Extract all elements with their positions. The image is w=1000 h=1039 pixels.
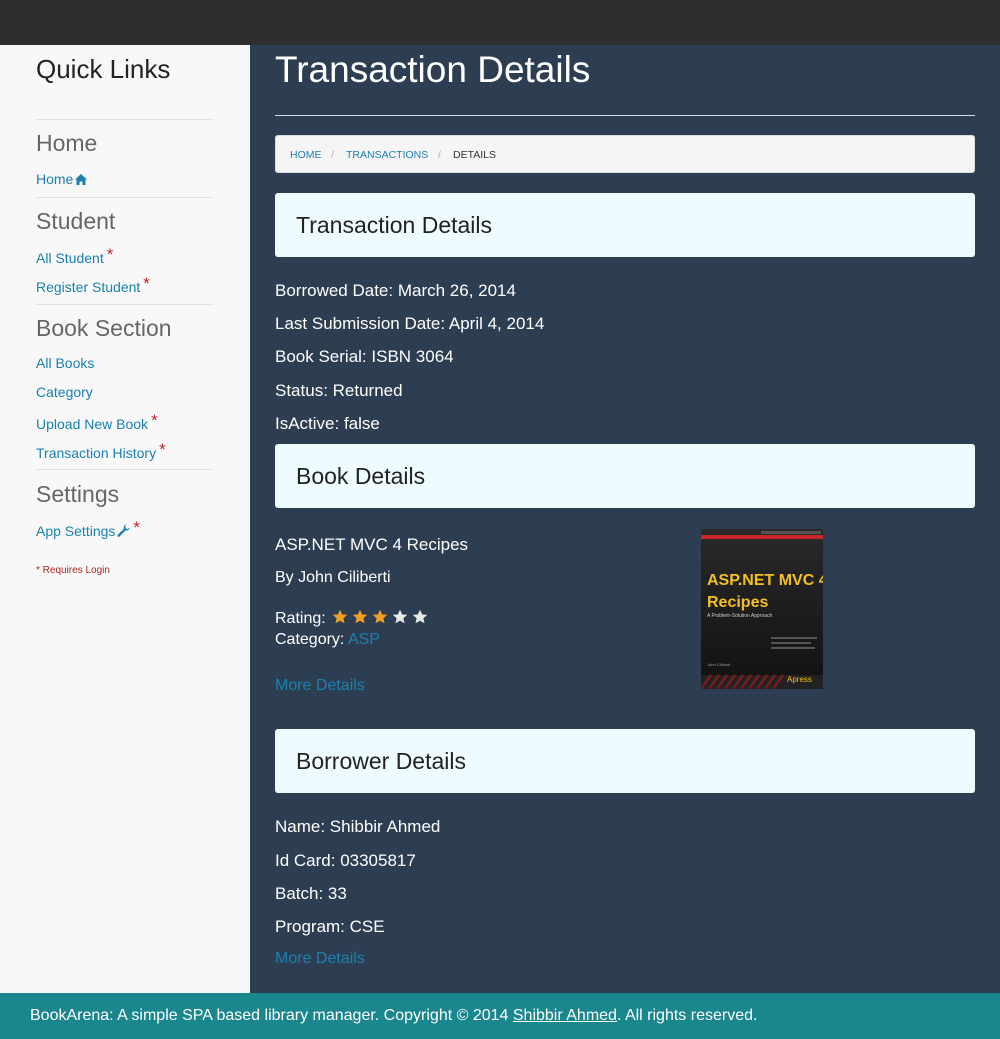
footer-text: BookArena: A simple SPA based library ma… [30,1007,758,1024]
star-filled-icon [352,609,368,624]
book-category: Category: ASP [275,631,380,648]
star-filled-icon [372,609,388,624]
star-empty-icon [392,609,408,624]
section-heading-settings: Settings [36,481,120,507]
sidebar-link-all-books[interactable]: All Books [36,355,94,371]
breadcrumb-current: DETAILS [453,149,496,161]
transaction-status: Status: Returned [275,381,403,400]
title-divider [275,115,975,116]
sidebar-link-all-student[interactable]: All Student * [36,245,114,268]
sidebar-link-upload-new-book[interactable]: Upload New Book * [36,411,158,434]
cover-publisher: Apress [787,675,812,684]
cover-title-line2: Recipes [707,594,768,611]
main-content: Transaction Details HOME / TRANSACTIONS … [250,45,1000,993]
top-navbar [0,0,1000,45]
borrower-more-details-link[interactable]: More Details [275,950,365,968]
is-active: IsActive: false [275,414,380,433]
borrowed-date: Borrowed Date: March 26, 2014 [275,281,516,300]
footer-author-link[interactable]: Shibbir Ahmed [513,1007,617,1024]
required-asterisk: * [143,274,150,293]
required-asterisk: * [159,440,166,459]
divider [36,469,214,470]
book-cover-image[interactable]: ASP.NET MVC 4 Recipes A Problem-Solution… [701,529,823,689]
divider [36,304,214,305]
required-asterisk: * [133,518,141,537]
section-heading-book-section: Book Section [36,315,172,341]
borrower-batch: Batch: 33 [275,884,347,903]
borrower-details-panel-heading: Borrower Details [275,729,975,793]
borrower-id-card: Id Card: 03305817 [275,851,416,870]
book-rating: Rating: [275,609,432,629]
quick-links-title: Quick Links [36,54,171,84]
book-author: By John Ciliberti [275,569,391,586]
required-asterisk: * [106,245,114,264]
wrench-icon [117,524,130,540]
star-empty-icon [412,609,428,624]
rating-stars [332,609,432,629]
book-serial: Book Serial: ISBN 3064 [275,347,454,366]
sidebar-link-register-student[interactable]: Register Student * [36,274,150,297]
page-title: Transaction Details [275,49,591,90]
cover-subtitle: A Problem-Solution Approach [707,613,773,619]
sidebar-link-app-settings[interactable]: App Settings * [36,518,141,541]
sidebar-link-category[interactable]: Category [36,384,93,400]
transaction-details-panel-heading: Transaction Details [275,193,975,257]
divider [36,197,214,198]
breadcrumb: HOME / TRANSACTIONS / DETAILS [275,135,975,173]
book-title: ASP.NET MVC 4 Recipes [275,535,469,554]
book-more-details-link[interactable]: More Details [275,677,365,695]
book-details-panel-heading: Book Details [275,444,975,508]
footer: BookArena: A simple SPA based library ma… [0,993,1000,1039]
cover-title-line1: ASP.NET MVC 4 [707,572,823,589]
borrower-program: Program: CSE [275,917,385,936]
section-heading-student: Student [36,208,116,234]
breadcrumb-separator: / [331,149,334,161]
sidebar-link-home[interactable]: Home [36,171,88,188]
sidebar-link-transaction-history[interactable]: Transaction History * [36,440,166,463]
requires-login-note: * Requires Login [36,565,110,576]
cover-author: John Ciliberti [707,662,730,667]
category-link[interactable]: ASP [348,631,380,648]
borrower-name: Name: Shibbir Ahmed [275,817,441,836]
sidebar: Quick Links Home Home Student All Studen… [0,45,250,993]
breadcrumb-home[interactable]: HOME [290,149,322,161]
star-filled-icon [332,609,348,624]
divider [36,119,214,120]
breadcrumb-separator: / [438,149,441,161]
last-submission-date: Last Submission Date: April 4, 2014 [275,314,545,333]
breadcrumb-transactions[interactable]: TRANSACTIONS [346,149,428,161]
required-asterisk: * [151,411,158,430]
section-heading-home: Home [36,130,98,156]
home-icon [75,172,88,188]
